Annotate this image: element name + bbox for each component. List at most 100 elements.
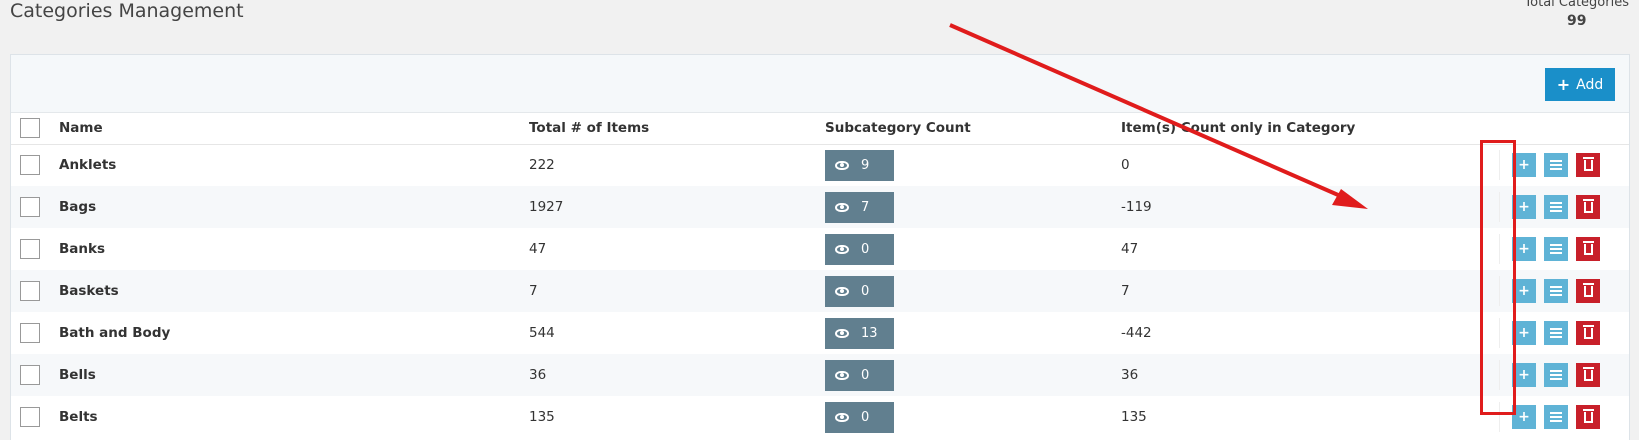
- eye-icon: [835, 328, 849, 338]
- add-subcategory-button[interactable]: +: [1512, 321, 1536, 345]
- add-subcategory-button[interactable]: +: [1512, 195, 1536, 219]
- plus-icon: +: [1556, 75, 1571, 94]
- select-all-checkbox[interactable]: [20, 118, 40, 139]
- list-icon: [1550, 286, 1562, 296]
- trash-icon: [1582, 366, 1594, 381]
- row-checkbox[interactable]: [20, 365, 40, 385]
- list-items-button[interactable]: [1544, 405, 1568, 429]
- category-name[interactable]: Bags: [59, 186, 529, 228]
- items-only-count: 135: [1121, 409, 1147, 425]
- table-row: Belts 135 0 135 +: [11, 396, 1629, 438]
- list-items-button[interactable]: [1544, 195, 1568, 219]
- category-name[interactable]: Anklets: [59, 144, 529, 186]
- table-row: Bags 1927 7 -119 +: [11, 186, 1629, 228]
- list-items-button[interactable]: [1544, 279, 1568, 303]
- category-name[interactable]: Banks: [59, 228, 529, 270]
- page-title: Categories Management: [10, 0, 244, 22]
- subcategory-count-button[interactable]: 0: [825, 233, 894, 265]
- plus-icon: +: [1518, 409, 1530, 425]
- eye-icon: [835, 160, 849, 170]
- category-name[interactable]: Baskets: [59, 270, 529, 312]
- delete-button[interactable]: [1576, 363, 1600, 387]
- subcategory-count: 0: [861, 241, 870, 257]
- category-name[interactable]: Bells: [59, 354, 529, 396]
- subcategory-count-button[interactable]: 13: [825, 317, 894, 349]
- column-header-total-items[interactable]: Total # of Items: [529, 113, 825, 145]
- subcategory-count-button[interactable]: 7: [825, 191, 894, 223]
- subcategory-count: 13: [861, 325, 878, 341]
- plus-icon: +: [1518, 367, 1530, 383]
- list-icon: [1550, 412, 1562, 422]
- trash-icon: [1582, 282, 1594, 297]
- subcategory-count-button[interactable]: 0: [825, 401, 894, 433]
- row-checkbox[interactable]: [20, 407, 40, 427]
- table-header-row: Name Total # of Items Subcategory Count …: [11, 113, 1629, 145]
- subcategory-count-button[interactable]: 0: [825, 275, 894, 307]
- table-row: Bath and Body 544 13 -442 +: [11, 312, 1629, 354]
- list-icon: [1550, 244, 1562, 254]
- items-only-count: 47: [1121, 241, 1139, 257]
- total-items: 222: [529, 157, 555, 174]
- add-subcategory-button[interactable]: +: [1512, 153, 1536, 178]
- delete-button[interactable]: [1576, 321, 1600, 345]
- add-subcategory-button[interactable]: +: [1512, 405, 1536, 429]
- total-items: 544: [529, 325, 555, 341]
- row-checkbox[interactable]: [20, 323, 40, 343]
- table-row: Banks 47 0 47 +: [11, 228, 1629, 270]
- total-items: 36: [529, 367, 547, 383]
- list-items-button[interactable]: [1544, 321, 1568, 345]
- row-checkbox[interactable]: [20, 197, 40, 217]
- delete-button[interactable]: [1576, 237, 1600, 261]
- items-only-count: -442: [1121, 325, 1152, 341]
- row-actions: +: [1499, 360, 1629, 390]
- panel-header: + Add: [11, 55, 1629, 113]
- total-items: 47: [529, 241, 547, 257]
- column-header-name[interactable]: Name: [59, 113, 529, 145]
- trash-icon: [1582, 408, 1594, 423]
- add-subcategory-button[interactable]: +: [1512, 237, 1536, 261]
- plus-icon: +: [1518, 157, 1530, 174]
- list-icon: [1550, 160, 1562, 171]
- trash-icon: [1582, 156, 1594, 171]
- total-categories-value: 99: [1566, 13, 1587, 30]
- add-subcategory-button[interactable]: +: [1512, 363, 1536, 387]
- subcategory-count-button[interactable]: 9: [825, 149, 894, 181]
- total-items: 135: [529, 409, 555, 425]
- subcategory-count: 7: [861, 199, 870, 215]
- plus-icon: +: [1518, 241, 1530, 257]
- column-header-subcategory-count[interactable]: Subcategory Count: [825, 113, 1121, 145]
- delete-button[interactable]: [1576, 153, 1600, 178]
- add-subcategory-button[interactable]: +: [1512, 279, 1536, 303]
- subcategory-count-button[interactable]: 0: [825, 359, 894, 391]
- list-items-button[interactable]: [1544, 153, 1568, 178]
- plus-icon: +: [1518, 283, 1530, 299]
- table-row: Baskets 7 0 7 +: [11, 270, 1629, 312]
- row-checkbox[interactable]: [20, 155, 40, 176]
- total-items: 1927: [529, 199, 564, 215]
- list-items-button[interactable]: [1544, 237, 1568, 261]
- eye-icon: [835, 412, 849, 422]
- row-actions: +: [1499, 234, 1629, 264]
- subcategory-count: 0: [861, 409, 870, 425]
- list-icon: [1550, 202, 1562, 212]
- column-header-items-only[interactable]: Item(s) Count only in Category: [1121, 113, 1499, 145]
- subcategory-count: 0: [861, 283, 870, 299]
- delete-button[interactable]: [1576, 405, 1600, 429]
- plus-icon: +: [1518, 199, 1530, 215]
- row-checkbox[interactable]: [20, 281, 40, 301]
- eye-icon: [835, 202, 849, 212]
- items-only-count: 36: [1121, 367, 1139, 383]
- total-categories-label: Total Categories: [1524, 0, 1629, 10]
- subcategory-count: 9: [861, 157, 870, 173]
- category-name[interactable]: Belts: [59, 396, 529, 438]
- row-actions: +: [1499, 318, 1629, 348]
- table-row: Anklets 222 9 0 +: [11, 144, 1629, 186]
- eye-icon: [835, 244, 849, 254]
- delete-button[interactable]: [1576, 279, 1600, 303]
- delete-button[interactable]: [1576, 195, 1600, 219]
- add-category-button[interactable]: + Add: [1545, 68, 1615, 101]
- list-items-button[interactable]: [1544, 363, 1568, 387]
- row-checkbox[interactable]: [20, 239, 40, 259]
- category-name[interactable]: Bath and Body: [59, 312, 529, 354]
- items-only-count: -119: [1121, 199, 1152, 215]
